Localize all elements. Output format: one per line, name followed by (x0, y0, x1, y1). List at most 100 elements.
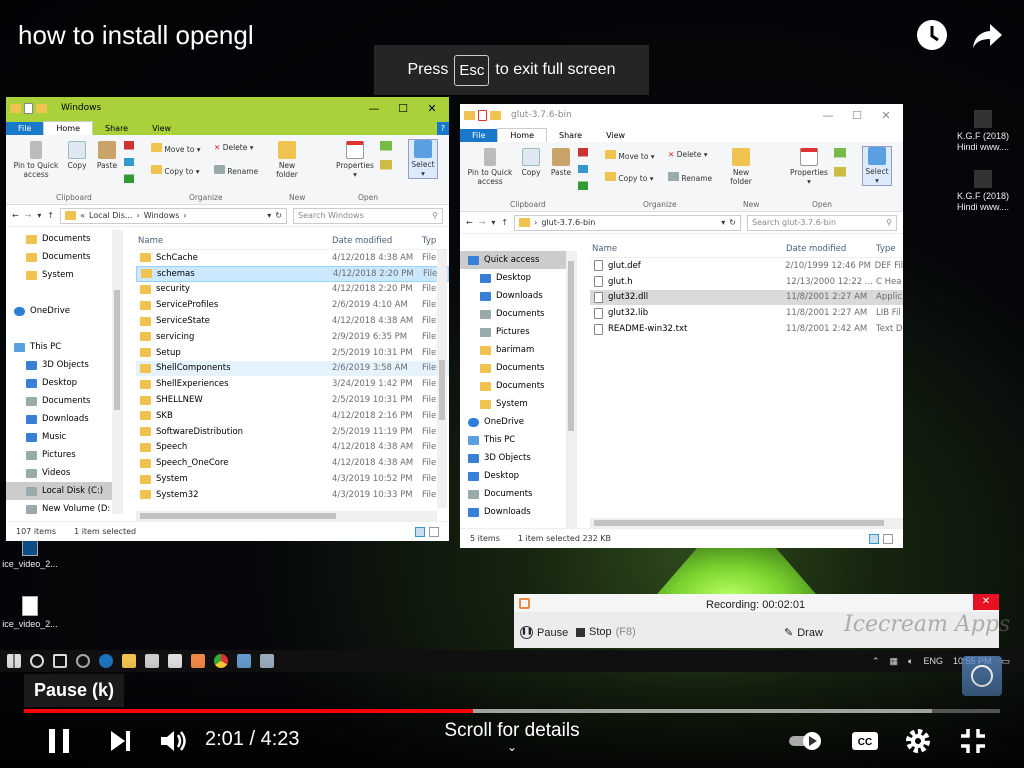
column-type[interactable]: Type (876, 244, 896, 254)
move-to-button[interactable]: Move to ▾ (605, 150, 655, 161)
refresh-icon[interactable]: ↻ (729, 218, 736, 227)
dropdown-icon[interactable]: ▾ (721, 218, 725, 227)
file-row[interactable]: ShellComponents 2/6/2019 3:58 AM File (136, 360, 449, 377)
column-type[interactable]: Typ (422, 236, 436, 246)
captions-icon[interactable]: CC (849, 725, 881, 757)
path-box[interactable]: › glut-3.7.6-bin ▾ ↻ (514, 214, 741, 231)
file-row[interactable]: ServiceProfiles 2/6/2019 4:10 AM File (136, 297, 449, 313)
file-row[interactable]: System 4/3/2019 10:52 PM File (136, 471, 449, 487)
minimize-icon[interactable]: — (361, 102, 387, 115)
maximize-icon[interactable]: ☐ (390, 102, 416, 115)
pin-quick-access-button[interactable]: Pin to Quick access (464, 148, 516, 186)
watch-later-icon[interactable] (915, 18, 949, 52)
desktop-icon-kgf-1[interactable]: K.G.F (2018) Hindi www.... (948, 110, 1018, 153)
window-titlebar[interactable]: glut-3.7.6-bin — ☐ ✕ (460, 104, 903, 126)
delete-button[interactable]: ✕ Delete ▾ (668, 150, 708, 159)
desktop-icon-kgf-2[interactable]: K.G.F (2018) Hindi www.... (948, 170, 1018, 213)
nav-item[interactable]: Quick access (460, 251, 576, 269)
properties-quick-icon[interactable] (24, 102, 33, 114)
help-icon[interactable]: ? (436, 122, 449, 135)
breadcrumb-windows[interactable]: Windows (144, 211, 180, 220)
nav-item[interactable]: Desktop (460, 269, 576, 287)
nav-item[interactable]: System (460, 395, 576, 413)
file-row[interactable]: Setup 2/5/2019 10:31 PM File (136, 345, 449, 361)
nav-item[interactable]: Documents (460, 305, 576, 323)
file-row[interactable]: glut.def 2/10/1999 12:46 PM DEF Fil (590, 258, 903, 274)
file-row[interactable]: Speech 4/12/2018 4:38 AM File (136, 440, 449, 456)
nav-item[interactable]: New Volume (D: (6, 500, 122, 514)
search-input[interactable]: Search glut-3.7.6-bin ⚲ (747, 214, 897, 231)
nav-item[interactable]: OneDrive (6, 302, 122, 320)
file-row[interactable]: Speech_OneCore 4/12/2018 4:38 AM File (136, 455, 449, 471)
properties-button[interactable]: Properties ▾ (788, 148, 830, 186)
nav-item[interactable]: 3D Objects (460, 449, 576, 467)
nav-item[interactable]: Desktop (460, 467, 576, 485)
pause-recording-button[interactable]: ❚❚ Pause (520, 626, 568, 639)
minimize-icon[interactable]: — (815, 109, 841, 122)
nav-scrollbar[interactable] (566, 251, 576, 528)
open-small-icons[interactable] (834, 148, 846, 186)
file-row[interactable]: System32 4/3/2019 10:33 PM File (136, 487, 449, 503)
autoplay-toggle-icon[interactable] (787, 725, 825, 757)
list-hscrollbar[interactable] (136, 511, 437, 521)
close-icon[interactable]: ✕ (419, 102, 445, 115)
move-to-button[interactable]: Move to ▾ (151, 143, 201, 154)
recorder-close-icon[interactable]: ✕ (973, 594, 999, 610)
delete-button[interactable]: ✕ Delete ▾ (214, 143, 254, 152)
refresh-icon[interactable]: ↻ (275, 211, 282, 220)
file-row[interactable]: SHELLNEW 2/5/2019 10:31 PM File (136, 392, 449, 408)
file-row[interactable]: glut.h 12/13/2000 12:22 ... C Hea (590, 274, 903, 290)
file-row[interactable]: glut32.lib 11/8/2001 2:27 AM LIB Fil (590, 305, 903, 321)
list-hscrollbar[interactable] (590, 518, 903, 528)
explorer-window-windows[interactable]: Windows — ☐ ✕ File Home Share View ? Pin… (6, 97, 449, 541)
pause-icon[interactable] (43, 725, 75, 757)
column-date-modified[interactable]: Date modified (332, 236, 422, 246)
pin-quick-access-button[interactable]: Pin to Quick access (10, 141, 62, 179)
forward-icon[interactable]: → (25, 211, 32, 220)
back-icon[interactable]: ← (12, 211, 19, 220)
file-row[interactable]: ServiceState 4/12/2018 4:38 AM File (136, 313, 449, 329)
explorer-window-glut[interactable]: glut-3.7.6-bin — ☐ ✕ File Home Share Vie… (460, 104, 903, 548)
nav-item[interactable]: Downloads (6, 410, 122, 428)
new-folder-quick-icon[interactable] (36, 103, 47, 113)
copy-to-button[interactable]: Copy to ▾ (605, 172, 654, 183)
dropdown-icon[interactable]: ▾ (267, 211, 271, 220)
video-title[interactable]: how to install opengl (18, 20, 254, 51)
forward-icon[interactable]: → (479, 218, 486, 227)
nav-item[interactable]: Documents (6, 248, 122, 266)
select-button[interactable]: Select ▾ (408, 139, 438, 179)
column-date-modified[interactable]: Date modified (786, 244, 876, 254)
properties-quick-icon[interactable] (478, 109, 487, 121)
tab-home[interactable]: Home (497, 128, 548, 142)
tab-file[interactable]: File (6, 122, 44, 135)
new-folder-quick-icon[interactable] (490, 110, 501, 120)
stop-recording-button[interactable]: Stop (F8) (576, 626, 636, 638)
copy-button[interactable]: Copy (518, 148, 544, 177)
recent-locations-icon[interactable]: ▾ (491, 218, 495, 227)
up-icon[interactable]: ↑ (47, 211, 54, 220)
copy-button[interactable]: Copy (64, 141, 90, 170)
column-name[interactable]: Name (136, 236, 332, 246)
share-icon[interactable] (970, 18, 1004, 52)
nav-item[interactable]: Music (6, 428, 122, 446)
tab-share[interactable]: Share (93, 122, 140, 135)
path-box[interactable]: « Local Dis... › Windows › ▾ ↻ (60, 207, 287, 224)
close-icon[interactable]: ✕ (873, 109, 899, 122)
next-icon[interactable] (104, 725, 136, 757)
file-row[interactable]: servicing 2/9/2019 6:35 PM File (136, 329, 449, 345)
file-row[interactable]: ShellExperiences 3/24/2019 1:42 PM File (136, 376, 449, 392)
back-icon[interactable]: ← (466, 218, 473, 227)
select-button[interactable]: Select ▾ (862, 146, 892, 186)
nav-item[interactable]: Pictures (6, 446, 122, 464)
desktop-icon-ice-video-2[interactable]: ice_video_2... (0, 596, 60, 630)
nav-item[interactable]: Documents (460, 485, 576, 503)
up-icon[interactable]: ↑ (501, 218, 508, 227)
clipboard-small-icons[interactable] (124, 141, 134, 183)
recent-locations-icon[interactable]: ▾ (37, 211, 41, 220)
details-view-icon[interactable] (869, 533, 879, 544)
new-folder-button[interactable]: New folder (270, 141, 304, 179)
open-small-icons[interactable] (380, 141, 392, 179)
nav-item[interactable]: Documents (460, 377, 576, 395)
nav-item[interactable]: Downloads (460, 287, 576, 305)
search-input[interactable]: Search Windows ⚲ (293, 207, 443, 224)
